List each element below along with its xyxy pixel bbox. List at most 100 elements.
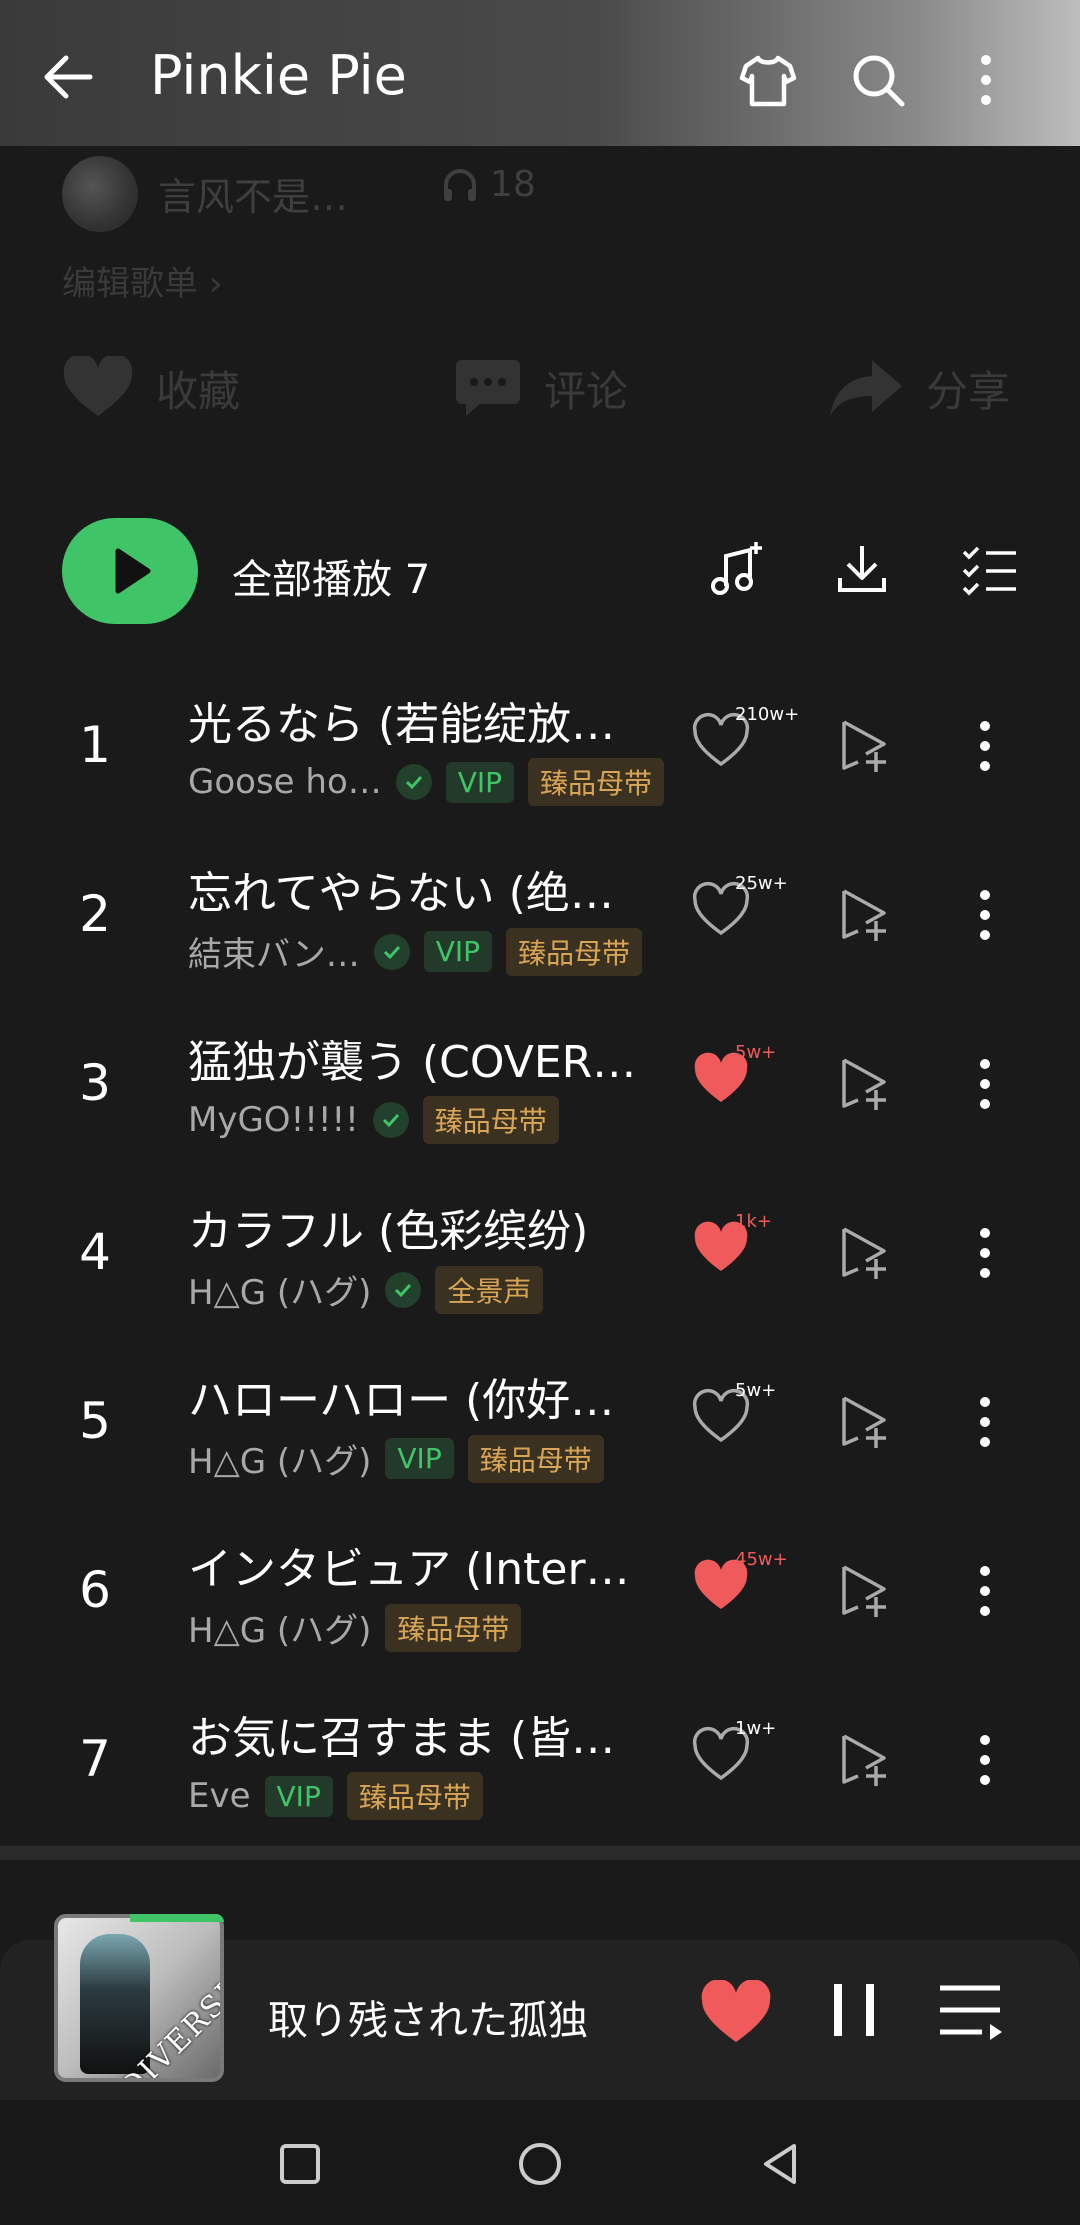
album-cover[interactable]: DIVERSITY xyxy=(54,1914,224,2082)
download-icon[interactable] xyxy=(830,538,894,602)
song-index: 4 xyxy=(79,1223,111,1281)
song-artist[interactable]: Eve xyxy=(188,1776,251,1816)
cover-figure xyxy=(80,1934,150,2074)
verified-check-icon xyxy=(373,933,410,970)
song-title: 忘れてやらない (绝… xyxy=(188,868,614,919)
verified-check-icon xyxy=(372,1102,409,1138)
like-count: 5w+ xyxy=(735,1380,777,1401)
home-icon[interactable] xyxy=(516,2140,564,2188)
song-artist[interactable]: H△G (ハグ) xyxy=(188,1265,371,1314)
add-to-queue-icon[interactable] xyxy=(836,1561,894,1619)
verified-check-icon xyxy=(385,1271,422,1308)
quality-badge: 臻品母带 xyxy=(528,758,665,806)
more-vertical-icon[interactable] xyxy=(960,1561,1010,1621)
song-row[interactable]: 2 忘れてやらない (绝… 結束バン… VIP 臻品母带 25w+ xyxy=(0,837,1080,1005)
add-to-queue-icon[interactable] xyxy=(836,1730,894,1788)
song-row[interactable]: 4 カラフル (色彩缤纷) H△G (ハグ) 全景声 1k+ xyxy=(0,1175,1080,1343)
app-header: Pinkie Pie xyxy=(0,0,1080,146)
share-button[interactable]: 分享 xyxy=(828,356,1010,420)
section-divider xyxy=(0,1846,1080,1860)
listen-count-value: 18 xyxy=(490,164,536,205)
playlist-queue-icon[interactable] xyxy=(936,1982,1004,2040)
quality-badge: 臻品母带 xyxy=(385,1603,522,1652)
more-vertical-icon[interactable] xyxy=(960,716,1010,776)
play-all-count: 7 xyxy=(404,557,431,603)
playlist-info: 言风不是… 18 编辑歌单 › 收藏 评论 分享 xyxy=(0,146,1080,476)
headphones-icon xyxy=(444,168,476,201)
verified-check-icon xyxy=(395,764,432,800)
player-heart-icon[interactable] xyxy=(700,1980,772,2046)
more-vertical-icon[interactable] xyxy=(960,1730,1010,1790)
song-artist[interactable]: 結束バン… xyxy=(188,927,360,976)
song-index: 3 xyxy=(79,1054,111,1112)
like-count: 45w+ xyxy=(735,1549,788,1570)
more-vertical-icon[interactable] xyxy=(960,1054,1010,1114)
quality-badge: 臻品母带 xyxy=(467,1434,604,1483)
listen-count: 18 xyxy=(440,164,536,205)
play-all-button[interactable] xyxy=(62,518,198,624)
recent-apps-icon[interactable] xyxy=(276,2140,324,2188)
like-count: 1w+ xyxy=(735,1718,777,1739)
song-title: カラフル (色彩缤纷) xyxy=(188,1206,589,1257)
now-playing-title[interactable]: 取り残された孤独 xyxy=(268,1988,588,2046)
multi-select-icon[interactable] xyxy=(958,538,1022,602)
like-count: 25w+ xyxy=(735,873,788,894)
song-artist[interactable]: MyGO!!!!! xyxy=(188,1100,359,1140)
vip-badge: VIP xyxy=(264,1775,333,1817)
song-row[interactable]: 5 ハローハロー (你好… H△G (ハグ) VIP 臻品母带 5w+ xyxy=(0,1344,1080,1512)
song-index: 1 xyxy=(79,716,111,774)
add-to-queue-icon[interactable] xyxy=(836,1054,894,1112)
more-vertical-icon[interactable] xyxy=(960,1392,1010,1452)
song-meta: H△G (ハグ) 全景声 xyxy=(188,1265,544,1314)
comment-button[interactable]: 评论 xyxy=(454,356,628,420)
song-title: お気に召すまま (皆… xyxy=(188,1713,616,1764)
song-row[interactable]: 6 インタビュア (Inter… H△G (ハグ) 臻品母带 45w+ xyxy=(0,1513,1080,1681)
share-arrow-icon xyxy=(830,360,902,416)
back-arrow-icon[interactable] xyxy=(36,45,100,109)
song-meta: 結束バン… VIP 臻品母带 xyxy=(188,927,643,976)
song-meta: H△G (ハグ) VIP 臻品母带 xyxy=(188,1434,604,1483)
add-to-queue-icon[interactable] xyxy=(836,1392,894,1450)
song-meta: Goose ho… VIP 臻品母带 xyxy=(188,758,665,806)
more-vertical-icon[interactable] xyxy=(954,48,1018,112)
chevron-right-icon: › xyxy=(208,264,223,304)
edit-playlist-label: 编辑歌单 xyxy=(62,264,198,304)
pause-icon[interactable] xyxy=(830,1980,878,2040)
back-nav-icon[interactable] xyxy=(756,2140,804,2188)
more-vertical-icon[interactable] xyxy=(960,885,1010,945)
creator-avatar[interactable] xyxy=(62,156,138,232)
song-artist[interactable]: H△G (ハグ) xyxy=(188,1434,371,1483)
add-to-queue-icon[interactable] xyxy=(836,885,894,943)
page-title: Pinkie Pie xyxy=(150,44,407,107)
vip-badge: VIP xyxy=(423,931,492,972)
song-row[interactable]: 7 お気に召すまま (皆… Eve VIP 臻品母带 1w+ xyxy=(0,1682,1080,1850)
search-icon[interactable] xyxy=(846,48,910,112)
edit-playlist-link[interactable]: 编辑歌单 › xyxy=(62,256,222,305)
more-vertical-icon[interactable] xyxy=(960,1223,1010,1283)
song-index: 7 xyxy=(79,1730,111,1788)
song-meta: H△G (ハグ) 臻品母带 xyxy=(188,1603,522,1652)
collect-label: 收藏 xyxy=(156,366,241,416)
song-meta: MyGO!!!!! 臻品母带 xyxy=(188,1096,559,1144)
playback-progress xyxy=(130,1914,224,1922)
add-music-icon[interactable] xyxy=(706,538,770,602)
song-row[interactable]: 3 猛独が襲う (COVER… MyGO!!!!! 臻品母带 5w+ xyxy=(0,1006,1080,1174)
song-title: インタビュア (Inter… xyxy=(188,1544,630,1595)
comment-label: 评论 xyxy=(544,366,629,416)
collect-button[interactable]: 收藏 xyxy=(62,356,240,420)
comment-icon xyxy=(456,360,520,416)
like-count: 210w+ xyxy=(735,704,800,725)
add-to-queue-icon[interactable] xyxy=(836,716,894,774)
add-to-queue-icon[interactable] xyxy=(836,1223,894,1281)
creator-name[interactable]: 言风不是… xyxy=(158,166,348,221)
song-row[interactable]: 1 光るなら (若能绽放… Goose ho… VIP 臻品母带 210w+ xyxy=(0,668,1080,836)
vip-badge: VIP xyxy=(445,761,515,803)
quality-badge: 臻品母带 xyxy=(422,1096,559,1144)
vip-badge: VIP xyxy=(385,1438,454,1479)
song-artist[interactable]: H△G (ハグ) xyxy=(188,1603,371,1652)
song-artist[interactable]: Goose ho… xyxy=(188,762,382,802)
play-all-label[interactable]: 全部播放 7 xyxy=(232,547,430,605)
play-icon xyxy=(115,548,151,594)
play-all-text: 全部播放 xyxy=(232,557,392,603)
shirt-icon[interactable] xyxy=(736,48,800,112)
